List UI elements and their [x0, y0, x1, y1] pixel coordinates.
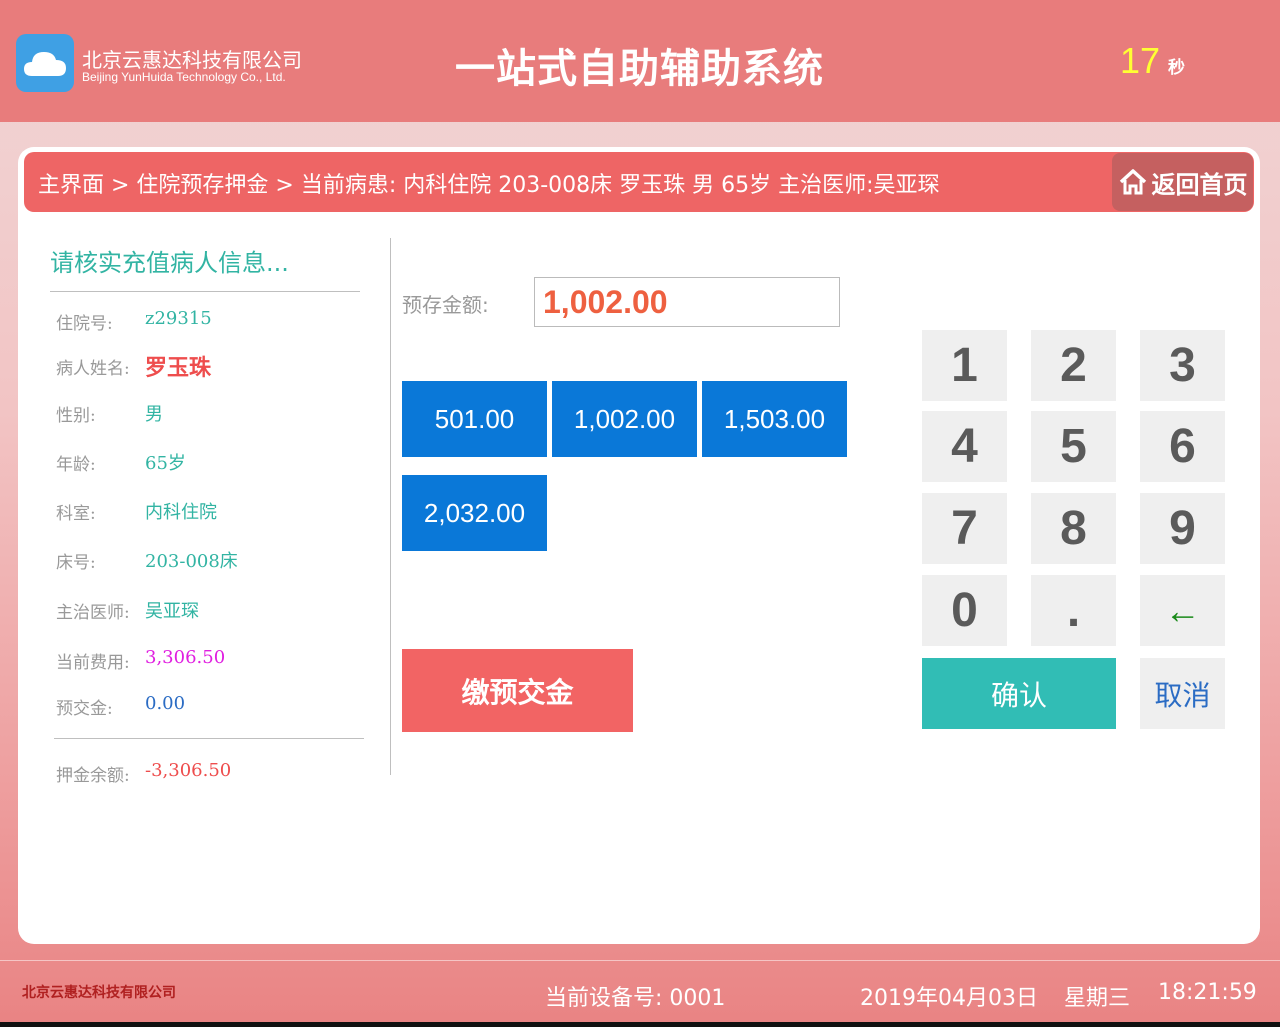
device-number: 当前设备号: 0001 — [545, 986, 726, 1011]
keypad-key-1[interactable]: 1 — [922, 330, 1007, 401]
deposit-balance-label: 押金余额: — [56, 766, 130, 786]
gender-label: 性别: — [56, 406, 96, 426]
keypad-key-9[interactable]: 9 — [1140, 493, 1225, 564]
current-date: 2019年04月03日 — [860, 986, 1038, 1011]
pay-deposit-button[interactable]: 缴预交金 — [402, 649, 633, 732]
prepayment-label: 预交金: — [56, 699, 113, 719]
current-weekday: 星期三 — [1064, 986, 1131, 1011]
app-title: 一站式自助辅助系统 — [455, 46, 824, 92]
backspace-key[interactable]: ← — [1140, 575, 1225, 646]
deposit-amount-input[interactable]: 1,002.00 — [534, 277, 840, 327]
bed-no-label: 床号: — [56, 553, 96, 573]
department-label: 科室: — [56, 504, 96, 524]
countdown-unit: 秒 — [1168, 58, 1185, 78]
gender-value: 男 — [145, 404, 163, 425]
doctor-label: 主治医师: — [56, 603, 130, 623]
keypad-key-0[interactable]: 0 — [922, 575, 1007, 646]
patient-name-label: 病人姓名: — [56, 359, 130, 379]
confirm-button[interactable]: 确认 — [922, 658, 1116, 729]
age-value: 65岁 — [145, 453, 186, 474]
department-value: 内科住院 — [145, 502, 217, 523]
header: 北京云惠达科技有限公司 Beijing YunHuida Technology … — [0, 0, 1280, 122]
current-time: 18:21:59 — [1158, 980, 1257, 1005]
keypad-key-2[interactable]: 2 — [1031, 330, 1116, 401]
quick-amount-button[interactable]: 501.00 — [402, 381, 547, 457]
admission-no-value: z29315 — [145, 308, 212, 329]
vertical-divider — [390, 238, 391, 775]
keypad-key-3[interactable]: 3 — [1140, 330, 1225, 401]
deposit-balance-value: -3,306.50 — [145, 760, 232, 781]
current-cost-value: 3,306.50 — [145, 647, 226, 668]
home-icon — [1119, 169, 1146, 195]
footer-company: 北京云惠达科技有限公司 — [22, 985, 176, 1001]
keypad-key-4[interactable]: 4 — [922, 411, 1007, 482]
deposit-amount-label: 预存金额: — [402, 293, 489, 317]
cloud-logo-icon — [16, 34, 74, 92]
footer-divider — [0, 960, 1280, 961]
keypad-key-6[interactable]: 6 — [1140, 411, 1225, 482]
return-home-label: 返回首页 — [1151, 170, 1248, 199]
keypad-key-5[interactable]: 5 — [1031, 411, 1116, 482]
patient-name-value: 罗玉珠 — [145, 356, 212, 381]
prepayment-value: 0.00 — [145, 693, 186, 714]
quick-amount-button[interactable]: 1,002.00 — [552, 381, 697, 457]
admission-no-label: 住院号: — [56, 314, 113, 334]
keypad-key-7[interactable]: 7 — [922, 493, 1007, 564]
doctor-value: 吴亚琛 — [145, 601, 199, 622]
keypad-key-dot[interactable]: . — [1031, 575, 1116, 646]
return-home-button[interactable]: 返回首页 — [1112, 153, 1253, 211]
bed-no-value: 203-008床 — [145, 551, 238, 572]
breadcrumb: 主界面 > 住院预存押金 > 当前病患: 内科住院 203-008床 罗玉珠 男… — [38, 173, 940, 198]
company-name-cn: 北京云惠达科技有限公司 — [82, 48, 302, 72]
quick-amount-button[interactable]: 1,503.00 — [702, 381, 847, 457]
quick-amount-button[interactable]: 2,032.00 — [402, 475, 547, 551]
countdown-timer: 17 — [1120, 40, 1161, 81]
patient-info-heading: 请核实充值病人信息... — [50, 249, 289, 277]
company-name-en: Beijing YunHuida Technology Co., Ltd. — [82, 70, 286, 84]
age-label: 年龄: — [56, 455, 96, 475]
divider — [50, 291, 360, 292]
bottom-bar — [0, 1022, 1280, 1027]
current-cost-label: 当前费用: — [56, 653, 130, 673]
cancel-button[interactable]: 取消 — [1140, 658, 1225, 729]
divider — [54, 738, 364, 739]
keypad-key-8[interactable]: 8 — [1031, 493, 1116, 564]
